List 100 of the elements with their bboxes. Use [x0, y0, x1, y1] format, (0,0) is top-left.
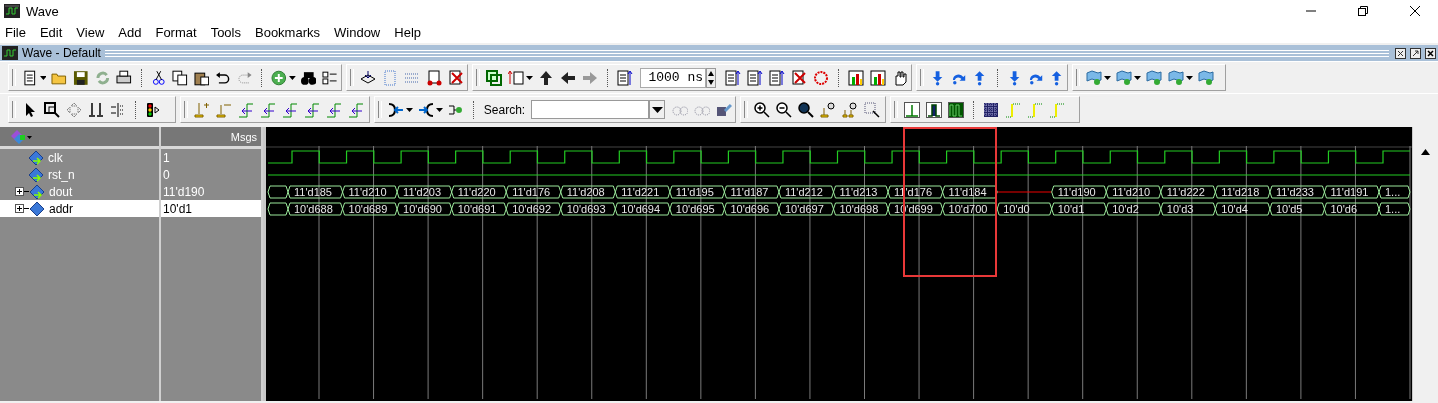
caret-icon[interactable]: [1186, 75, 1193, 80]
zoom-out-icon[interactable]: [776, 101, 792, 118]
tool-icon[interactable]: [716, 101, 732, 118]
bookmark-icon[interactable]: [1116, 69, 1132, 86]
spinner-icon[interactable]: [706, 67, 716, 88]
edge-icon[interactable]: [304, 101, 320, 118]
bus-value: 11'd210: [348, 186, 387, 198]
signal-name[interactable]: addr: [49, 201, 74, 216]
zoom-full-icon[interactable]: [798, 101, 814, 118]
dropdown-button[interactable]: [649, 100, 666, 119]
bus-value: 10'd689: [348, 203, 388, 215]
bookmark-icon[interactable]: [1086, 69, 1102, 86]
search-field[interactable]: [531, 100, 650, 119]
delete-icon[interactable]: [791, 69, 807, 86]
caret-icon[interactable]: [435, 107, 443, 112]
group-icon[interactable]: [486, 69, 502, 86]
bus-value: 10'd700: [948, 203, 988, 215]
bookmark-icon[interactable]: [1198, 69, 1214, 86]
undock-icon[interactable]: [1410, 47, 1421, 59]
edge-icon[interactable]: [238, 101, 254, 118]
waveform-icon[interactable]: [904, 101, 920, 118]
expand-icon[interactable]: [15, 204, 24, 213]
bar-chart-icon[interactable]: [848, 69, 864, 86]
close-icon[interactable]: [1425, 47, 1436, 59]
add-icon[interactable]: [271, 69, 287, 86]
arrow-left-icon[interactable]: [560, 69, 576, 86]
printer-icon[interactable]: [116, 69, 132, 86]
layers-icon[interactable]: [10, 128, 32, 145]
menu-item[interactable]: Bookmarks: [255, 25, 320, 40]
zoom-box-icon[interactable]: [44, 101, 60, 118]
menu-item[interactable]: View: [76, 25, 105, 40]
search-label: Search:: [483, 102, 526, 117]
document-arrow-icon[interactable]: [747, 69, 763, 86]
column-header: Msgs: [230, 130, 257, 143]
bus-value: 11'd213: [839, 186, 878, 198]
delete-icon[interactable]: [448, 69, 464, 86]
sort-icon[interactable]: [508, 69, 524, 86]
bus-value: 11'd210: [1112, 186, 1151, 198]
menu-item[interactable]: Format: [155, 25, 197, 40]
dotted-document-icon[interactable]: [382, 69, 398, 86]
caret-icon[interactable]: [39, 75, 47, 80]
arrow-up-icon[interactable]: [538, 69, 554, 86]
document-icon[interactable]: [22, 69, 38, 86]
bus-value: 10'd1: [1057, 203, 1085, 215]
copy-icon[interactable]: [172, 69, 188, 86]
caret-icon[interactable]: [289, 75, 296, 80]
bus-value: 11'd233: [1275, 186, 1314, 198]
split-arrow-icon[interactable]: [417, 101, 434, 118]
caret-icon: [651, 106, 663, 113]
zoom-in-icon[interactable]: [754, 101, 770, 118]
menu-item[interactable]: Window: [334, 25, 381, 40]
bar-chart-icon[interactable]: [870, 69, 886, 86]
traffic-light-icon[interactable]: [145, 101, 161, 118]
cursor-pair-icon[interactable]: [88, 101, 104, 118]
dock-icon[interactable]: [1395, 47, 1406, 59]
zoom-region-icon[interactable]: [864, 101, 880, 118]
merge-icon[interactable]: [388, 101, 404, 118]
edge-icon[interactable]: [260, 101, 276, 118]
stop-icon[interactable]: [813, 69, 829, 86]
zoom-cursor-icon[interactable]: [820, 101, 836, 118]
maximize-icon[interactable]: [1358, 6, 1368, 16]
cursor-add-icon[interactable]: [194, 101, 210, 118]
pulse-icon[interactable]: [926, 101, 942, 118]
hand-icon[interactable]: [892, 69, 908, 86]
paste-icon[interactable]: [193, 69, 210, 86]
edge-icon[interactable]: [282, 101, 298, 118]
caret-icon[interactable]: [526, 75, 533, 80]
caret-icon[interactable]: [1134, 75, 1141, 80]
move-icon[interactable]: [66, 101, 82, 118]
document-arrow-icon[interactable]: [769, 69, 785, 86]
zoom-cursors-icon[interactable]: [842, 101, 858, 118]
menu-item[interactable]: Add: [118, 25, 142, 40]
bookmark-icon[interactable]: [1146, 69, 1162, 86]
app-icon: [4, 4, 20, 18]
caret-icon[interactable]: [405, 107, 413, 112]
edge-icon[interactable]: [348, 101, 364, 118]
cut-icon[interactable]: [150, 69, 167, 86]
binoculars-icon[interactable]: [300, 69, 317, 86]
edge-icon[interactable]: [326, 101, 342, 118]
list-icon[interactable]: [322, 69, 338, 86]
document-arrow-icon[interactable]: [725, 69, 741, 86]
expand-icon[interactable]: [15, 187, 24, 196]
pulse-train-icon[interactable]: [948, 101, 964, 118]
bookmark-icon[interactable]: [1168, 69, 1184, 86]
title-grip[interactable]: [104, 49, 1389, 57]
menu-item[interactable]: Edit: [39, 25, 63, 40]
caret-icon[interactable]: [1104, 75, 1111, 80]
save-icon[interactable]: [72, 69, 89, 86]
document-arrow-icon[interactable]: [617, 69, 633, 86]
signal-value: 10'd1: [163, 201, 192, 216]
checker-icon[interactable]: [983, 101, 999, 118]
menu-item[interactable]: Help: [394, 25, 421, 40]
time-field[interactable]: 1000 ns: [640, 67, 706, 88]
stack-icon[interactable]: [360, 69, 376, 86]
menu-item[interactable]: Tools: [210, 25, 241, 40]
scroll-up-icon[interactable]: [1421, 149, 1430, 155]
close-icon[interactable]: [1410, 6, 1420, 16]
split-icon[interactable]: [110, 101, 126, 118]
menu-item[interactable]: File: [5, 25, 26, 40]
undo-icon[interactable]: [215, 69, 231, 86]
